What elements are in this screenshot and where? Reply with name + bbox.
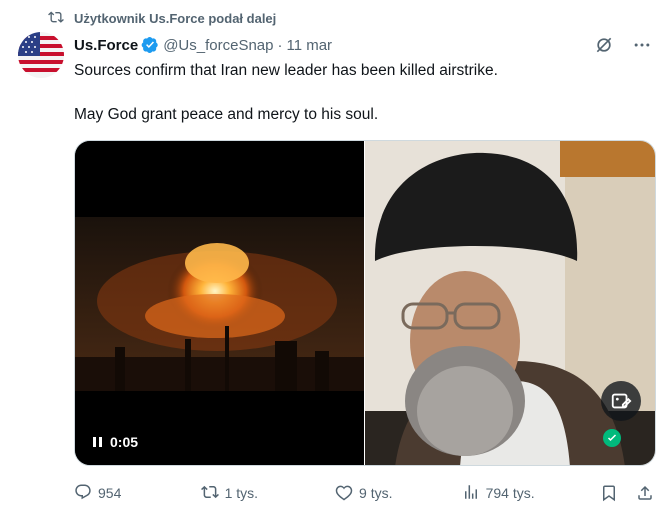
author-handle[interactable]: @Us_forceSnap bbox=[163, 37, 273, 54]
repost-label: Użytkownik Us.Force podał dalej bbox=[74, 10, 277, 26]
tweet-date[interactable]: 11 mar bbox=[286, 37, 332, 54]
tweet-header: Us.Force @Us_forceSnap · 11 mar bbox=[74, 34, 652, 56]
portrait-image[interactable] bbox=[365, 141, 655, 465]
check-icon bbox=[603, 429, 621, 447]
tweet-text: Sources confirm that Iran new leader has… bbox=[74, 60, 634, 126]
tweet-text-line-2: May God grant peace and mercy to his sou… bbox=[74, 106, 379, 123]
like-count: 9 tys. bbox=[359, 485, 393, 501]
views-button[interactable]: 794 tys. bbox=[462, 483, 600, 504]
reply-icon bbox=[74, 483, 92, 504]
pause-icon[interactable] bbox=[93, 437, 102, 447]
separator-dot: · bbox=[277, 36, 283, 54]
image-edit-icon[interactable] bbox=[601, 381, 641, 421]
like-button[interactable]: 9 tys. bbox=[335, 483, 462, 504]
tweet-actions: 954 1 tys. 9 tys. 794 tys. bbox=[74, 480, 654, 506]
video-time: 0:05 bbox=[110, 434, 139, 450]
tweet-text-line-1: Sources confirm that Iran new leader has… bbox=[74, 62, 498, 79]
reply-button[interactable]: 954 bbox=[74, 483, 201, 504]
video-controls: 0:05 bbox=[93, 434, 138, 450]
media-grid: 0:05 bbox=[74, 140, 656, 466]
retweet-icon bbox=[48, 9, 64, 28]
heart-icon bbox=[335, 483, 353, 504]
repost-indicator[interactable]: Użytkownik Us.Force podał dalej bbox=[48, 8, 276, 28]
reply-count: 954 bbox=[98, 485, 122, 501]
author-name[interactable]: Us.Force bbox=[74, 37, 138, 54]
retweet-icon bbox=[200, 483, 219, 504]
verified-badge-icon[interactable] bbox=[141, 36, 159, 54]
explosion-video-frame bbox=[75, 141, 364, 465]
retweet-count: 1 tys. bbox=[224, 485, 259, 501]
share-icon[interactable] bbox=[636, 484, 654, 502]
bookmark-icon[interactable] bbox=[600, 484, 618, 502]
video-player[interactable]: 0:05 bbox=[75, 141, 364, 465]
retweet-button[interactable]: 1 tys. bbox=[200, 483, 335, 504]
avatar[interactable] bbox=[18, 32, 64, 78]
more-options-icon[interactable] bbox=[632, 35, 652, 55]
grok-icon[interactable] bbox=[594, 35, 614, 55]
views-chart-icon bbox=[462, 483, 480, 504]
view-count: 794 tys. bbox=[485, 485, 535, 501]
